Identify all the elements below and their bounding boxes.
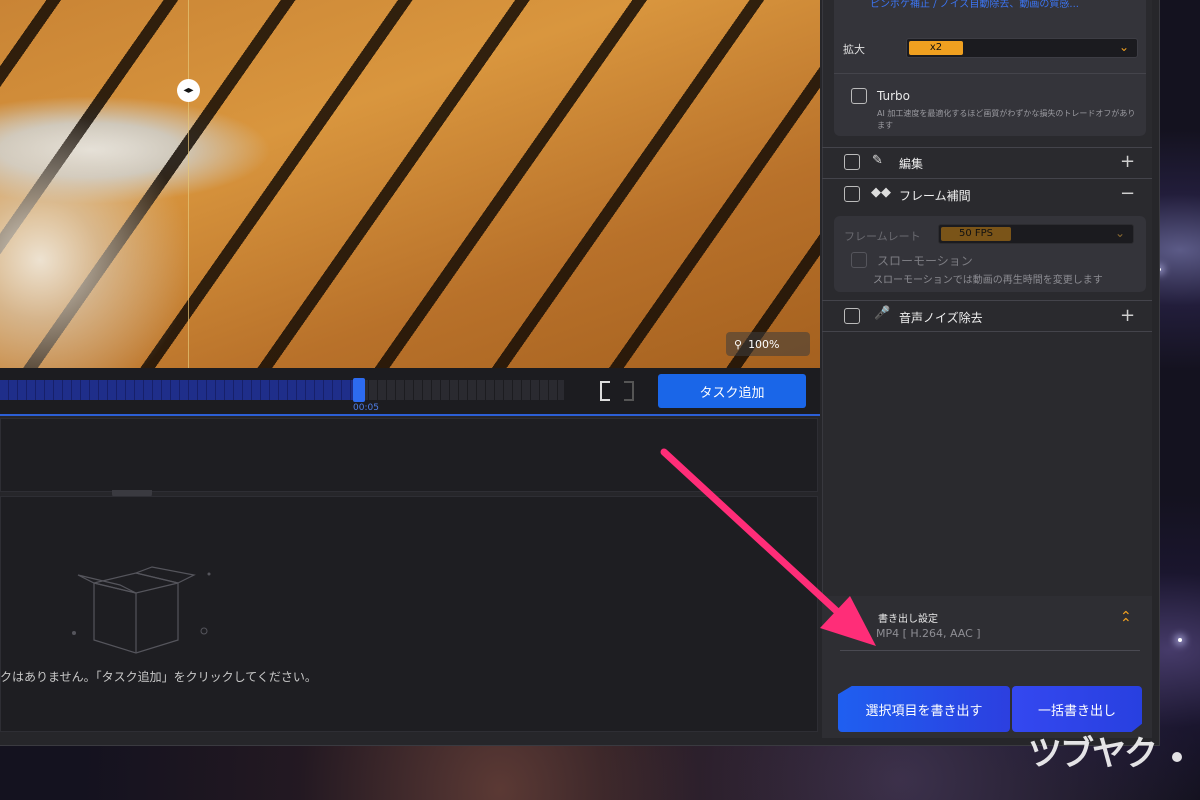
frame-rate-value: 50 FPS (941, 227, 1011, 241)
empty-box-icon (72, 566, 211, 654)
chevron-down-icon: ⌄ (1114, 226, 1125, 240)
edit-icon: ✎ (872, 153, 883, 168)
divider (822, 178, 1152, 179)
in-point-bracket-icon[interactable] (600, 381, 610, 401)
out-point-bracket-icon[interactable] (624, 381, 634, 401)
split-compare-icon[interactable]: ◂▸ (177, 79, 200, 102)
turbo-checkbox[interactable] (851, 88, 867, 104)
timeline-track[interactable] (0, 380, 564, 400)
export-selected-button[interactable]: 選択項目を書き出す (838, 686, 1010, 732)
zoom-level: 100% (748, 337, 780, 351)
watermark-dot (1172, 752, 1182, 762)
divider (840, 650, 1140, 651)
divider (834, 73, 1146, 74)
watermark-logo: ツブヤク (1028, 734, 1158, 774)
star-decoration (1178, 638, 1182, 642)
feature-note: ピンボケ補正 / ノイズ自動除去、動画の質感... (870, 0, 1079, 10)
divider (822, 331, 1152, 332)
playhead-handle[interactable] (353, 378, 365, 402)
double-chevron-up-icon[interactable]: ⌃ ⌃ (1120, 610, 1132, 631)
task-panel-top (0, 418, 818, 492)
slow-motion-label: スローモーション (877, 254, 973, 268)
chevron-down-icon: ⌄ (1118, 40, 1129, 54)
divider (822, 147, 1152, 148)
compare-split-line[interactable] (188, 0, 189, 368)
export-settings-title: 書き出し設定 (878, 614, 938, 625)
zoom-scale-value: x2 (909, 41, 963, 55)
zoom-scale-select[interactable]: x2 ⌄ (906, 38, 1138, 58)
preview-image-highlight (0, 0, 300, 368)
audio-noise-label: 音声ノイズ除去 (899, 311, 983, 325)
magnifier-icon: ⚲ (734, 337, 743, 351)
audio-noise-checkbox[interactable] (844, 308, 860, 324)
app-window: ◂▸ ⚲ 100% 00:05 タスク追加 クはありません。「タスク追加」をクリ… (0, 0, 1160, 746)
divider (822, 300, 1152, 301)
turbo-description: AI 加工速度を最適化するほど画質がわずかな損失のトレードオフがあります (877, 109, 1136, 130)
expand-plus-icon[interactable]: + (1120, 153, 1135, 171)
edit-checkbox[interactable] (844, 154, 860, 170)
microphone-icon: 🎤 (874, 306, 891, 321)
frame-rate-label: フレームレート (844, 230, 921, 243)
empty-task-message: クはありません。「タスク追加」をクリックしてください。 (0, 670, 317, 684)
zoom-indicator[interactable]: ⚲ 100% (726, 332, 810, 356)
collapse-minus-icon[interactable]: − (1120, 185, 1135, 203)
slow-motion-checkbox[interactable] (851, 252, 867, 268)
screen: ◂▸ ⚲ 100% 00:05 タスク追加 クはありません。「タスク追加」をクリ… (0, 0, 1200, 800)
frame-interpolation-icon: ◆◆ (871, 185, 891, 200)
turbo-title: Turbo (877, 89, 911, 103)
export-format: MP4 [ H.264, AAC ] (876, 627, 981, 640)
frame-interpolation-label: フレーム補間 (899, 189, 971, 203)
playhead-time: 00:05 (353, 403, 379, 413)
zoom-scale-label: 拡大 (843, 43, 865, 56)
frame-rate-select[interactable]: 50 FPS ⌄ (938, 224, 1134, 244)
edit-label: 編集 (899, 157, 924, 171)
add-task-button[interactable]: タスク追加 (658, 374, 806, 408)
slow-motion-description: スローモーションでは動画の再生時間を変更します (873, 275, 1103, 286)
video-preview[interactable]: ◂▸ ⚲ 100% (0, 0, 820, 368)
timeline-selected-range (0, 380, 361, 400)
frame-interpolation-checkbox[interactable] (844, 186, 860, 202)
expand-plus-icon[interactable]: + (1120, 307, 1135, 325)
timeline: 00:05 タスク追加 (0, 368, 820, 416)
